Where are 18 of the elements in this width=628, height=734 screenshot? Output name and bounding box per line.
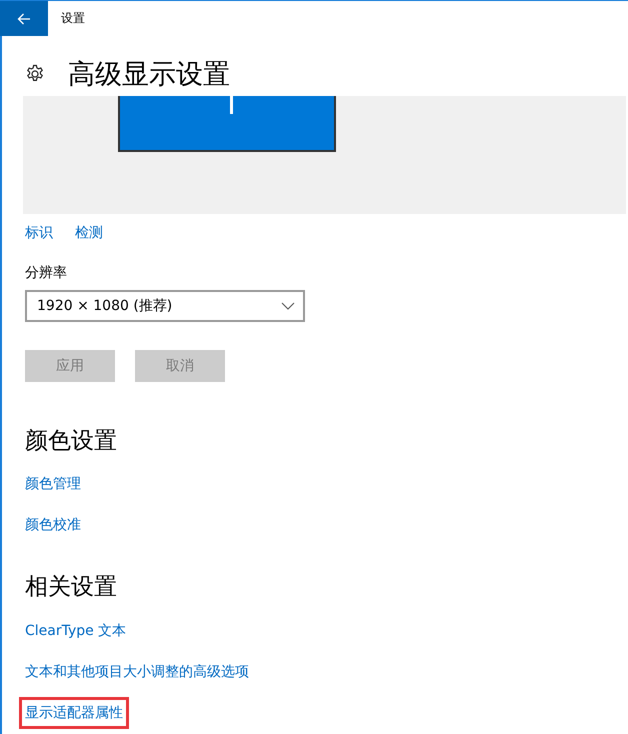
- highlighted-link[interactable]: 显示适配器属性: [19, 697, 129, 729]
- section-heading: 相关设置: [25, 573, 117, 602]
- resolution-dropdown[interactable]: 1920 × 1080 (推荐): [25, 290, 305, 322]
- resolution-label: 分辨率: [25, 265, 67, 281]
- back-arrow-icon: [17, 12, 31, 24]
- link[interactable]: 颜色管理: [25, 474, 81, 494]
- window-title: 设置: [61, 10, 85, 27]
- link[interactable]: 文本和其他项目大小调整的高级选项: [25, 662, 249, 682]
- page-title: 高级显示设置: [68, 58, 230, 92]
- settings-icon: [25, 64, 45, 84]
- link[interactable]: 标识: [25, 223, 53, 243]
- link[interactable]: 检测: [75, 223, 103, 243]
- monitor-tile[interactable]: [118, 96, 336, 152]
- chevron-down-icon: [281, 302, 295, 310]
- link[interactable]: ClearType 文本: [25, 621, 126, 641]
- back-button[interactable]: [0, 1, 48, 36]
- section-heading: 颜色设置: [25, 427, 117, 456]
- link[interactable]: 颜色校准: [25, 515, 81, 535]
